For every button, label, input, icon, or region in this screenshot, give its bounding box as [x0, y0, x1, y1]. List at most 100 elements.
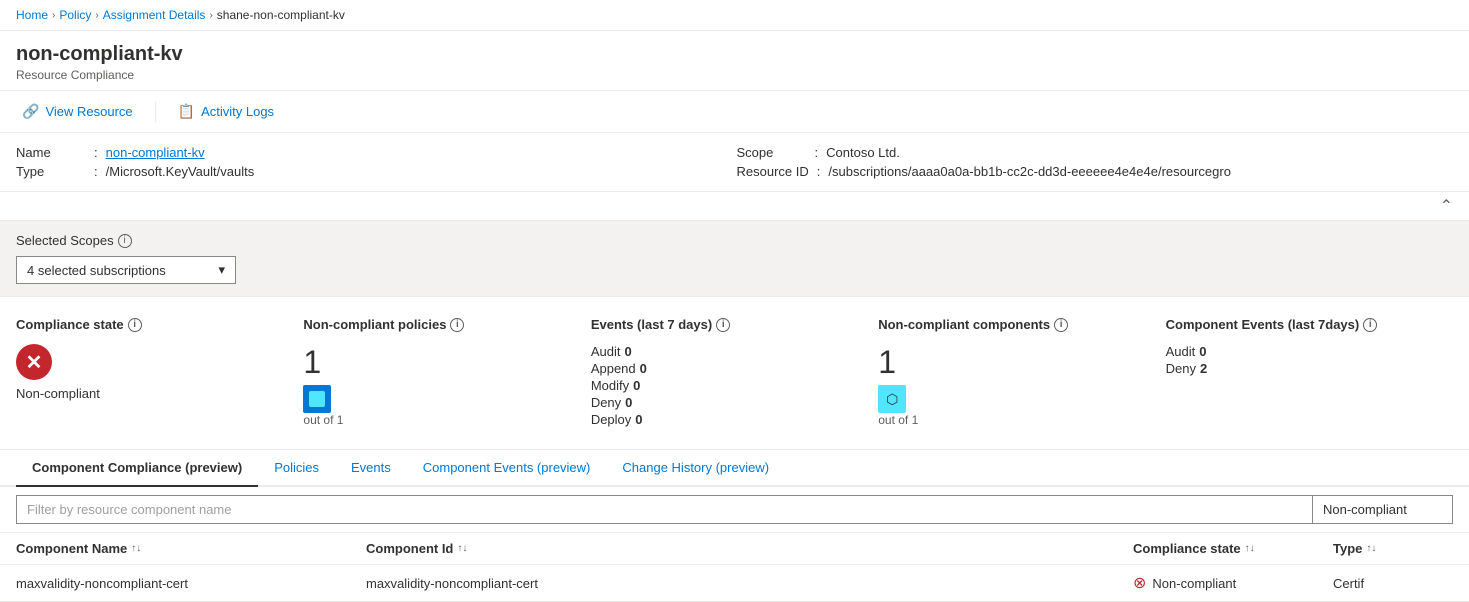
info-scope-value: Contoso Ltd.	[826, 145, 900, 160]
info-resource-id-row: Resource ID : /subscriptions/aaaa0a0a-bb…	[737, 164, 1454, 179]
breadcrumb-sep-3: ›	[209, 10, 212, 21]
non-compliant-components-block: Non-compliant components i 1 ⬡ out of 1	[878, 317, 1165, 429]
filter-row: Non-compliant	[0, 487, 1469, 533]
activity-logs-icon: 📋	[178, 103, 195, 120]
chevron-down-icon: ▾	[218, 262, 225, 278]
info-scope-row: Scope : Contoso Ltd.	[737, 145, 1454, 160]
component-event-audit: Audit 0	[1166, 344, 1429, 359]
info-grid: Name : non-compliant-kv Type : /Microsof…	[0, 133, 1469, 192]
non-compliant-policies-number: 1	[303, 344, 321, 381]
breadcrumb: Home › Policy › Assignment Details › sha…	[0, 0, 1469, 31]
compliance-state-title: Compliance state i	[16, 317, 279, 332]
status-error-icon: ⊗	[1133, 573, 1146, 593]
component-event-deny: Deny 2	[1166, 361, 1429, 376]
info-type-label: Type	[16, 164, 86, 179]
breadcrumb-home[interactable]: Home	[16, 8, 48, 22]
info-scope-label: Scope	[737, 145, 807, 160]
activity-logs-label: Activity Logs	[201, 104, 274, 119]
non-compliant-policies-sub: out of 1	[303, 413, 566, 427]
non-compliant-components-info-icon[interactable]: i	[1054, 318, 1068, 332]
info-type-colon: :	[94, 164, 98, 179]
view-resource-label: View Resource	[45, 104, 132, 119]
breadcrumb-assignment-details[interactable]: Assignment Details	[103, 8, 206, 22]
info-type-row: Type : /Microsoft.KeyVault/vaults	[16, 164, 733, 179]
component-icon: ⬡	[878, 385, 906, 413]
col-compliance-state: Compliance state ↑↓	[1133, 541, 1333, 556]
info-name-label: Name	[16, 145, 86, 160]
tab-policies[interactable]: Policies	[258, 450, 335, 485]
breadcrumb-current: shane-non-compliant-kv	[217, 8, 345, 22]
breadcrumb-sep-1: ›	[52, 10, 55, 21]
collapse-button[interactable]: ⌃	[1440, 196, 1453, 216]
compliance-state-filter[interactable]: Non-compliant	[1313, 495, 1453, 524]
cell-type: Certif	[1333, 576, 1453, 591]
info-name-row: Name : non-compliant-kv	[16, 145, 733, 160]
events-block: Events (last 7 days) i Audit 0 Append 0 …	[591, 317, 878, 429]
col-component-id: Component Id ↑↓	[366, 541, 1133, 556]
scope-dropdown-value: 4 selected subscriptions	[27, 263, 166, 278]
compliance-state-label: Non-compliant	[16, 386, 279, 401]
non-compliant-components-title: Non-compliant components i	[878, 317, 1141, 332]
scope-label-text: Selected Scopes	[16, 233, 114, 248]
event-modify: Modify 0	[591, 378, 854, 393]
collapse-section: ⌃	[0, 192, 1469, 221]
policy-icon-inner	[309, 391, 325, 407]
event-deploy: Deploy 0	[591, 412, 854, 427]
scope-label: Selected Scopes i	[16, 233, 1453, 248]
info-type-value: /Microsoft.KeyVault/vaults	[106, 164, 255, 179]
scope-info-icon[interactable]: i	[118, 234, 132, 248]
component-events-title: Component Events (last 7days) i	[1166, 317, 1429, 332]
info-scope-colon: :	[815, 145, 819, 160]
component-events-list: Audit 0 Deny 2	[1166, 344, 1429, 376]
non-compliant-components-row: 1 ⬡	[878, 344, 1141, 413]
view-resource-button[interactable]: 🔗 View Resource	[16, 99, 139, 124]
info-resource-id-colon: :	[817, 164, 821, 179]
page-title: non-compliant-kv	[16, 43, 1453, 66]
non-compliant-policies-num-block: 1	[303, 344, 331, 413]
tab-events[interactable]: Events	[335, 450, 407, 485]
toolbar: 🔗 View Resource 📋 Activity Logs	[0, 91, 1469, 133]
non-compliant-policies-row: 1	[303, 344, 566, 413]
info-name-value[interactable]: non-compliant-kv	[106, 145, 205, 160]
non-compliant-components-number: 1	[878, 344, 896, 381]
scope-section: Selected Scopes i 4 selected subscriptio…	[0, 221, 1469, 297]
tab-component-events[interactable]: Component Events (preview)	[407, 450, 607, 485]
non-compliant-components-num-block: 1 ⬡	[878, 344, 906, 413]
compliance-error-icon: ✕	[16, 344, 52, 380]
tabs-section: Component Compliance (preview) Policies …	[0, 450, 1469, 487]
event-append: Append 0	[591, 361, 854, 376]
compliance-filter-value: Non-compliant	[1323, 502, 1407, 517]
breadcrumb-sep-2: ›	[95, 10, 98, 21]
component-events-info-icon[interactable]: i	[1363, 318, 1377, 332]
compliance-state-block: Compliance state i ✕ Non-compliant	[16, 317, 303, 429]
col-component-name: Component Name ↑↓	[16, 541, 366, 556]
tab-component-compliance[interactable]: Component Compliance (preview)	[16, 450, 258, 485]
non-compliant-policies-title: Non-compliant policies i	[303, 317, 566, 332]
tab-change-history[interactable]: Change History (preview)	[606, 450, 785, 485]
scope-dropdown[interactable]: 4 selected subscriptions ▾	[16, 256, 236, 284]
non-compliant-policies-block: Non-compliant policies i 1 out of 1	[303, 317, 590, 429]
activity-logs-button[interactable]: 📋 Activity Logs	[172, 99, 280, 124]
cell-component-name: maxvalidity-noncompliant-cert	[16, 576, 366, 591]
component-events-block: Component Events (last 7days) i Audit 0 …	[1166, 317, 1453, 429]
events-list: Audit 0 Append 0 Modify 0 Deny 0 Deploy …	[591, 344, 854, 427]
cell-compliance-state: ⊗ Non-compliant	[1133, 573, 1333, 593]
table-row: maxvalidity-noncompliant-cert maxvalidit…	[0, 565, 1469, 602]
policy-icon	[303, 385, 331, 413]
info-resource-id-label: Resource ID	[737, 164, 809, 179]
breadcrumb-policy[interactable]: Policy	[59, 8, 91, 22]
compliance-state-info-icon[interactable]: i	[128, 318, 142, 332]
col-type: Type ↑↓	[1333, 541, 1453, 556]
events-info-icon[interactable]: i	[716, 318, 730, 332]
filter-input[interactable]	[16, 495, 1313, 524]
toolbar-divider	[155, 102, 156, 122]
table-header: Component Name ↑↓ Component Id ↑↓ Compli…	[0, 533, 1469, 565]
metrics-section: Compliance state i ✕ Non-compliant Non-c…	[0, 297, 1469, 450]
info-name-colon: :	[94, 145, 98, 160]
events-title: Events (last 7 days) i	[591, 317, 854, 332]
info-resource-id-value: /subscriptions/aaaa0a0a-bb1b-cc2c-dd3d-e…	[828, 164, 1231, 179]
non-compliant-policies-info-icon[interactable]: i	[450, 318, 464, 332]
page-subtitle: Resource Compliance	[16, 68, 1453, 82]
page-header: non-compliant-kv Resource Compliance	[0, 31, 1469, 91]
event-audit: Audit 0	[591, 344, 854, 359]
